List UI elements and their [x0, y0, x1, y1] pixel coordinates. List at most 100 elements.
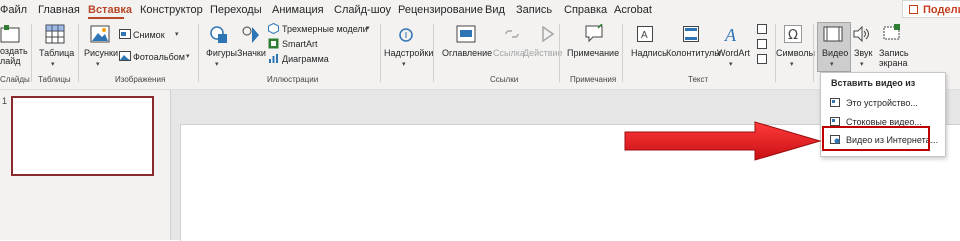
models3d-label[interactable]: Трехмерные модели — [282, 24, 368, 34]
menu-bar: Файл Главная Вставка Конструктор Переход… — [0, 0, 960, 20]
smartart-icon[interactable] — [268, 38, 279, 49]
text-small-icon[interactable] — [757, 24, 767, 34]
tab-record[interactable]: Запись — [516, 3, 552, 17]
photoalbum-icon[interactable] — [119, 51, 131, 61]
action-icon — [542, 26, 555, 42]
outline-label[interactable]: Оглавление — [442, 48, 492, 58]
chevron-down-icon[interactable]: ▾ — [51, 60, 55, 68]
group-comments-label: Примечания — [570, 75, 617, 84]
chevron-down-icon[interactable]: ▾ — [790, 60, 794, 68]
video-dropdown-title: Вставить видео из — [831, 78, 916, 88]
comment-label[interactable]: Примечание — [567, 48, 619, 58]
audio-label[interactable]: Звук — [854, 48, 872, 58]
new-slide-label-2: лайд — [0, 56, 21, 66]
link-label: Ссылка — [493, 48, 525, 58]
link-icon — [505, 30, 519, 38]
chevron-down-icon[interactable]: ▾ — [215, 60, 219, 68]
shapes-icon[interactable] — [209, 25, 229, 45]
wordart-icon[interactable]: A — [724, 24, 740, 44]
screen-record-label-1[interactable]: Запись — [879, 48, 909, 58]
addins-label[interactable]: Надстройки — [384, 48, 433, 58]
omega-icon[interactable]: Ω — [784, 25, 802, 43]
screenshot-icon[interactable] — [119, 29, 131, 39]
icons-icon[interactable] — [240, 25, 260, 45]
active-tab-indicator — [88, 17, 124, 19]
tab-file[interactable]: Файл — [0, 3, 27, 17]
separator — [433, 24, 434, 82]
action-label: Действие — [523, 48, 563, 58]
text-small-icon[interactable] — [757, 54, 767, 64]
chevron-down-icon[interactable]: ▾ — [96, 60, 100, 68]
svg-text:Ω: Ω — [788, 28, 798, 43]
outline-icon[interactable] — [456, 25, 476, 43]
tab-help[interactable]: Справка — [564, 3, 607, 17]
chevron-down-icon[interactable]: ▾ — [366, 24, 370, 32]
new-slide-label-1: оздать — [0, 46, 28, 56]
chevron-down-icon[interactable]: ▾ — [175, 30, 179, 38]
highlight-box — [822, 126, 930, 151]
chevron-down-icon[interactable]: ▾ — [830, 60, 834, 68]
annotation-arrow-icon — [624, 121, 822, 161]
separator — [78, 24, 79, 82]
table-icon[interactable] — [45, 24, 65, 44]
chevron-down-icon[interactable]: ▾ — [402, 60, 406, 68]
addins-icon[interactable] — [396, 25, 416, 45]
tab-transitions[interactable]: Переходы — [210, 3, 262, 17]
slide-number: 1 — [2, 96, 8, 106]
group-illustrations-label: Иллюстрации — [267, 75, 319, 84]
separator — [380, 24, 381, 82]
group-text-label: Текст — [688, 75, 709, 84]
comment-icon[interactable] — [584, 24, 604, 44]
group-links-label: Ссылки — [490, 75, 519, 84]
tab-insert[interactable]: Вставка — [88, 3, 132, 17]
separator — [559, 24, 560, 82]
pictures-icon[interactable] — [90, 25, 110, 43]
screen-record-icon[interactable] — [882, 24, 902, 44]
tab-view[interactable]: Вид — [485, 3, 505, 17]
chevron-down-icon[interactable]: ▾ — [186, 52, 190, 60]
video-icon[interactable] — [823, 25, 843, 43]
svg-text:A: A — [641, 30, 648, 41]
tab-animations[interactable]: Анимация — [272, 3, 324, 17]
smartart-label[interactable]: SmartArt — [282, 39, 318, 49]
share-button[interactable]: Поделить — [902, 0, 960, 18]
headerfooter-icon[interactable] — [683, 26, 699, 42]
shapes-label[interactable]: Фигуры — [206, 48, 237, 58]
audio-icon[interactable] — [852, 26, 870, 42]
screenshot-label[interactable]: Снимок — [133, 30, 165, 40]
slide-thumbnail[interactable] — [11, 96, 154, 176]
chart-icon[interactable] — [268, 53, 279, 64]
svg-text:A: A — [724, 25, 737, 44]
tab-acrobat[interactable]: Acrobat — [614, 3, 652, 17]
group-slides-label: Слайды — [0, 75, 30, 84]
textbox-icon[interactable]: A — [637, 26, 653, 42]
textbox-label[interactable]: Надпись — [631, 48, 667, 58]
group-images-label: Изображения — [115, 75, 166, 84]
separator — [622, 24, 623, 82]
separator — [813, 24, 814, 82]
video-label[interactable]: Видео — [822, 48, 848, 58]
group-tables-label: Таблицы — [38, 75, 71, 84]
stock-video-icon — [830, 117, 840, 126]
headerfooter-label[interactable]: Колонтитулы — [666, 48, 721, 58]
chevron-down-icon[interactable]: ▾ — [860, 60, 864, 68]
screen-record-label-2[interactable]: экрана — [879, 58, 908, 68]
tab-home[interactable]: Главная — [38, 3, 80, 17]
tab-slideshow[interactable]: Слайд-шоу — [334, 3, 391, 17]
photoalbum-label[interactable]: Фотоальбом — [133, 52, 185, 62]
symbols-label[interactable]: Символы — [776, 48, 815, 58]
separator — [198, 24, 199, 82]
chevron-down-icon[interactable]: ▾ — [729, 60, 733, 68]
icons-label[interactable]: Значки — [237, 48, 266, 58]
tab-review[interactable]: Рецензирование — [398, 3, 483, 17]
tab-design[interactable]: Конструктор — [140, 3, 203, 17]
table-button-label[interactable]: Таблица — [39, 48, 74, 58]
new-slide-icon[interactable] — [0, 24, 22, 44]
pictures-label[interactable]: Рисунки — [84, 48, 118, 58]
separator — [31, 24, 32, 82]
menu-item-this-device[interactable]: Это устройство... — [822, 94, 942, 112]
wordart-label[interactable]: WordArt — [717, 48, 750, 58]
chart-label[interactable]: Диаграмма — [282, 54, 329, 64]
text-small-icon[interactable] — [757, 39, 767, 49]
cube-icon[interactable] — [268, 23, 279, 34]
